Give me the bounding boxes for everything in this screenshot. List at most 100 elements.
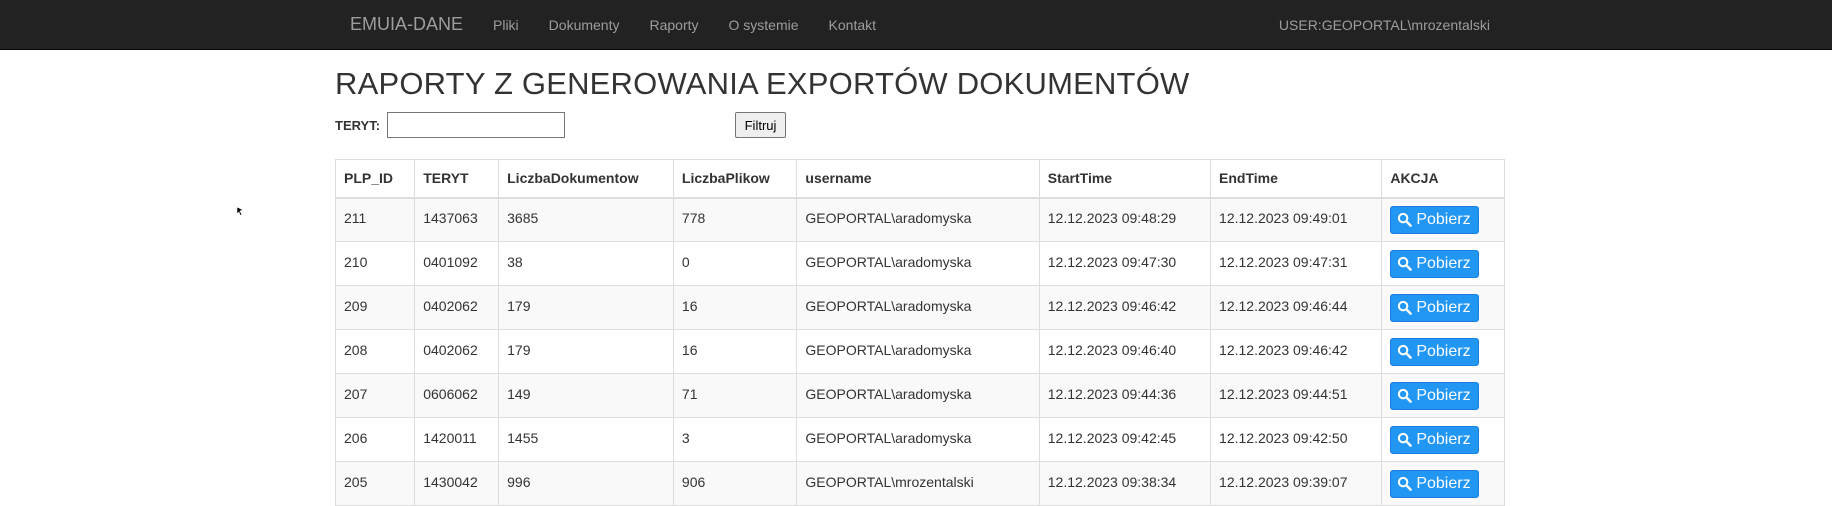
cell-liczba-dokumentow: 179 xyxy=(498,329,674,374)
cell-akcja: Pobierz xyxy=(1381,329,1505,374)
cell-teryt: 0401092 xyxy=(414,241,500,286)
pobierz-button[interactable]: Pobierz xyxy=(1390,293,1479,322)
cell-teryt: 0606062 xyxy=(414,373,500,418)
cell-akcja: Pobierz xyxy=(1381,373,1505,418)
cell-start-time: 12.12.2023 09:47:30 xyxy=(1038,241,1212,286)
cell-start-time: 12.12.2023 09:44:36 xyxy=(1038,373,1212,418)
header-username: username xyxy=(796,159,1040,199)
cell-akcja: Pobierz xyxy=(1381,197,1505,242)
search-icon xyxy=(1398,300,1413,315)
cell-end-time: 12.12.2023 09:44:51 xyxy=(1210,373,1383,418)
header-end-time: EndTime xyxy=(1210,159,1383,199)
cell-username: GEOPORTAL\aradomyska xyxy=(796,241,1040,286)
cell-liczba-dokumentow: 996 xyxy=(498,461,674,506)
cell-start-time: 12.12.2023 09:48:29 xyxy=(1038,197,1212,242)
cell-akcja: Pobierz xyxy=(1381,461,1505,506)
cell-akcja: Pobierz xyxy=(1381,417,1505,462)
brand-link[interactable]: EMUIA-DANE xyxy=(350,14,463,35)
cell-liczba-plikow: 0 xyxy=(672,241,798,286)
cell-liczba-dokumentow: 149 xyxy=(498,373,674,418)
header-plp-id: PLP_ID xyxy=(334,159,416,199)
cell-liczba-plikow: 16 xyxy=(672,329,798,374)
nav-link-dokumenty[interactable]: Dokumenty xyxy=(549,17,620,33)
cell-liczba-dokumentow: 179 xyxy=(498,285,674,330)
pobierz-button[interactable]: Pobierz xyxy=(1390,249,1479,278)
cell-teryt: 1430042 xyxy=(414,461,500,506)
cell-username: GEOPORTAL\mrozentalski xyxy=(796,461,1040,506)
table-row: 206 1420011 1455 3 GEOPORTAL\aradomyska 12.12… xyxy=(334,417,1505,462)
header-liczba-dokumentow: LiczbaDokumentow xyxy=(498,159,674,199)
pobierz-label: Pobierz xyxy=(1416,210,1471,228)
pobierz-label: Pobierz xyxy=(1416,254,1471,272)
cell-start-time: 12.12.2023 09:38:34 xyxy=(1038,461,1212,506)
cell-plp-id: 211 xyxy=(334,197,416,242)
cell-username: GEOPORTAL\aradomyska xyxy=(796,329,1040,374)
cell-start-time: 12.12.2023 09:46:42 xyxy=(1038,285,1212,330)
table-row: 207 0606062 149 71 GEOPORTAL\aradomyska 12.12… xyxy=(334,373,1505,418)
cell-liczba-plikow: 778 xyxy=(672,197,798,242)
nav-link-o-systemie[interactable]: O systemie xyxy=(729,17,799,33)
nav-link-kontakt[interactable]: Kontakt xyxy=(829,17,876,33)
cell-teryt: 0402062 xyxy=(414,329,500,374)
nav-link-pliki[interactable]: Pliki xyxy=(493,17,519,33)
header-start-time: StartTime xyxy=(1038,159,1212,199)
pobierz-button[interactable]: Pobierz xyxy=(1390,337,1479,366)
table-row: 211 1437063 3685 778 GEOPORTAL\aradomyska 12.… xyxy=(334,197,1505,242)
mouse-cursor-icon xyxy=(236,206,244,216)
cell-username: GEOPORTAL\aradomyska xyxy=(796,285,1040,330)
cell-teryt: 1437063 xyxy=(414,197,500,242)
header-teryt: TERYT xyxy=(414,159,500,199)
cell-start-time: 12.12.2023 09:42:45 xyxy=(1038,417,1212,462)
cell-teryt: 0402062 xyxy=(414,285,500,330)
table-row: 210 0401092 38 0 GEOPORTAL\aradomyska 12.12.2… xyxy=(334,241,1505,286)
filter-form: TERYT: Filtruj xyxy=(335,112,935,138)
pobierz-label: Pobierz xyxy=(1416,386,1471,404)
search-icon xyxy=(1398,344,1413,359)
cell-end-time: 12.12.2023 09:49:01 xyxy=(1210,197,1383,242)
pobierz-button[interactable]: Pobierz xyxy=(1390,381,1479,410)
cell-plp-id: 209 xyxy=(334,285,416,330)
cell-liczba-plikow: 906 xyxy=(672,461,798,506)
navbar: EMUIA-DANE Pliki Dokumenty Raporty O sys… xyxy=(0,0,1832,50)
pobierz-label: Pobierz xyxy=(1416,342,1471,360)
cell-end-time: 12.12.2023 09:42:50 xyxy=(1210,417,1383,462)
cell-plp-id: 207 xyxy=(334,373,416,418)
cell-plp-id: 208 xyxy=(334,329,416,374)
cell-start-time: 12.12.2023 09:46:40 xyxy=(1038,329,1212,374)
current-user: USER:GEOPORTAL\mrozentalski xyxy=(1278,17,1490,33)
cell-plp-id: 210 xyxy=(334,241,416,286)
cell-akcja: Pobierz xyxy=(1381,241,1505,286)
search-icon xyxy=(1398,476,1413,491)
cell-username: GEOPORTAL\aradomyska xyxy=(796,373,1040,418)
cell-liczba-dokumentow: 1455 xyxy=(498,417,674,462)
pobierz-button[interactable]: Pobierz xyxy=(1390,205,1479,234)
filter-button[interactable]: Filtruj xyxy=(735,112,786,138)
header-akcja: AKCJA xyxy=(1381,159,1505,199)
teryt-input[interactable] xyxy=(387,112,565,138)
table-header-row: PLP_ID TERYT LiczbaDokumentow LiczbaPlik… xyxy=(334,159,1505,199)
pobierz-label: Pobierz xyxy=(1416,298,1471,316)
cell-plp-id: 205 xyxy=(334,461,416,506)
teryt-label: TERYT: xyxy=(335,118,381,133)
cell-teryt: 1420011 xyxy=(414,417,500,462)
reports-table: PLP_ID TERYT LiczbaDokumentow LiczbaPlik… xyxy=(334,159,1505,506)
pobierz-label: Pobierz xyxy=(1416,430,1471,448)
cell-plp-id: 206 xyxy=(334,417,416,462)
cell-liczba-dokumentow: 38 xyxy=(498,241,674,286)
nav-links: Pliki Dokumenty Raporty O systemie Konta… xyxy=(493,0,906,50)
cell-liczba-plikow: 71 xyxy=(672,373,798,418)
cell-liczba-plikow: 3 xyxy=(672,417,798,462)
pobierz-button[interactable]: Pobierz xyxy=(1390,469,1479,498)
page-title: RAPORTY Z GENEROWANIA EXPORTÓW DOKUMENTÓ… xyxy=(335,66,1190,101)
pobierz-button[interactable]: Pobierz xyxy=(1390,425,1479,454)
header-liczba-plikow: LiczbaPlikow xyxy=(672,159,798,199)
cell-end-time: 12.12.2023 09:39:07 xyxy=(1210,461,1383,506)
table-body: 211 1437063 3685 778 GEOPORTAL\aradomyska 12.… xyxy=(334,197,1505,506)
reports-table-wrapper: PLP_ID TERYT LiczbaDokumentow LiczbaPlik… xyxy=(334,159,1505,506)
table-row: 209 0402062 179 16 GEOPORTAL\aradomyska 12.12… xyxy=(334,285,1505,330)
cell-akcja: Pobierz xyxy=(1381,285,1505,330)
nav-link-raporty[interactable]: Raporty xyxy=(649,17,698,33)
cell-liczba-dokumentow: 3685 xyxy=(498,197,674,242)
table-row: 208 0402062 179 16 GEOPORTAL\aradomyska 12.12… xyxy=(334,329,1505,374)
cell-end-time: 12.12.2023 09:47:31 xyxy=(1210,241,1383,286)
